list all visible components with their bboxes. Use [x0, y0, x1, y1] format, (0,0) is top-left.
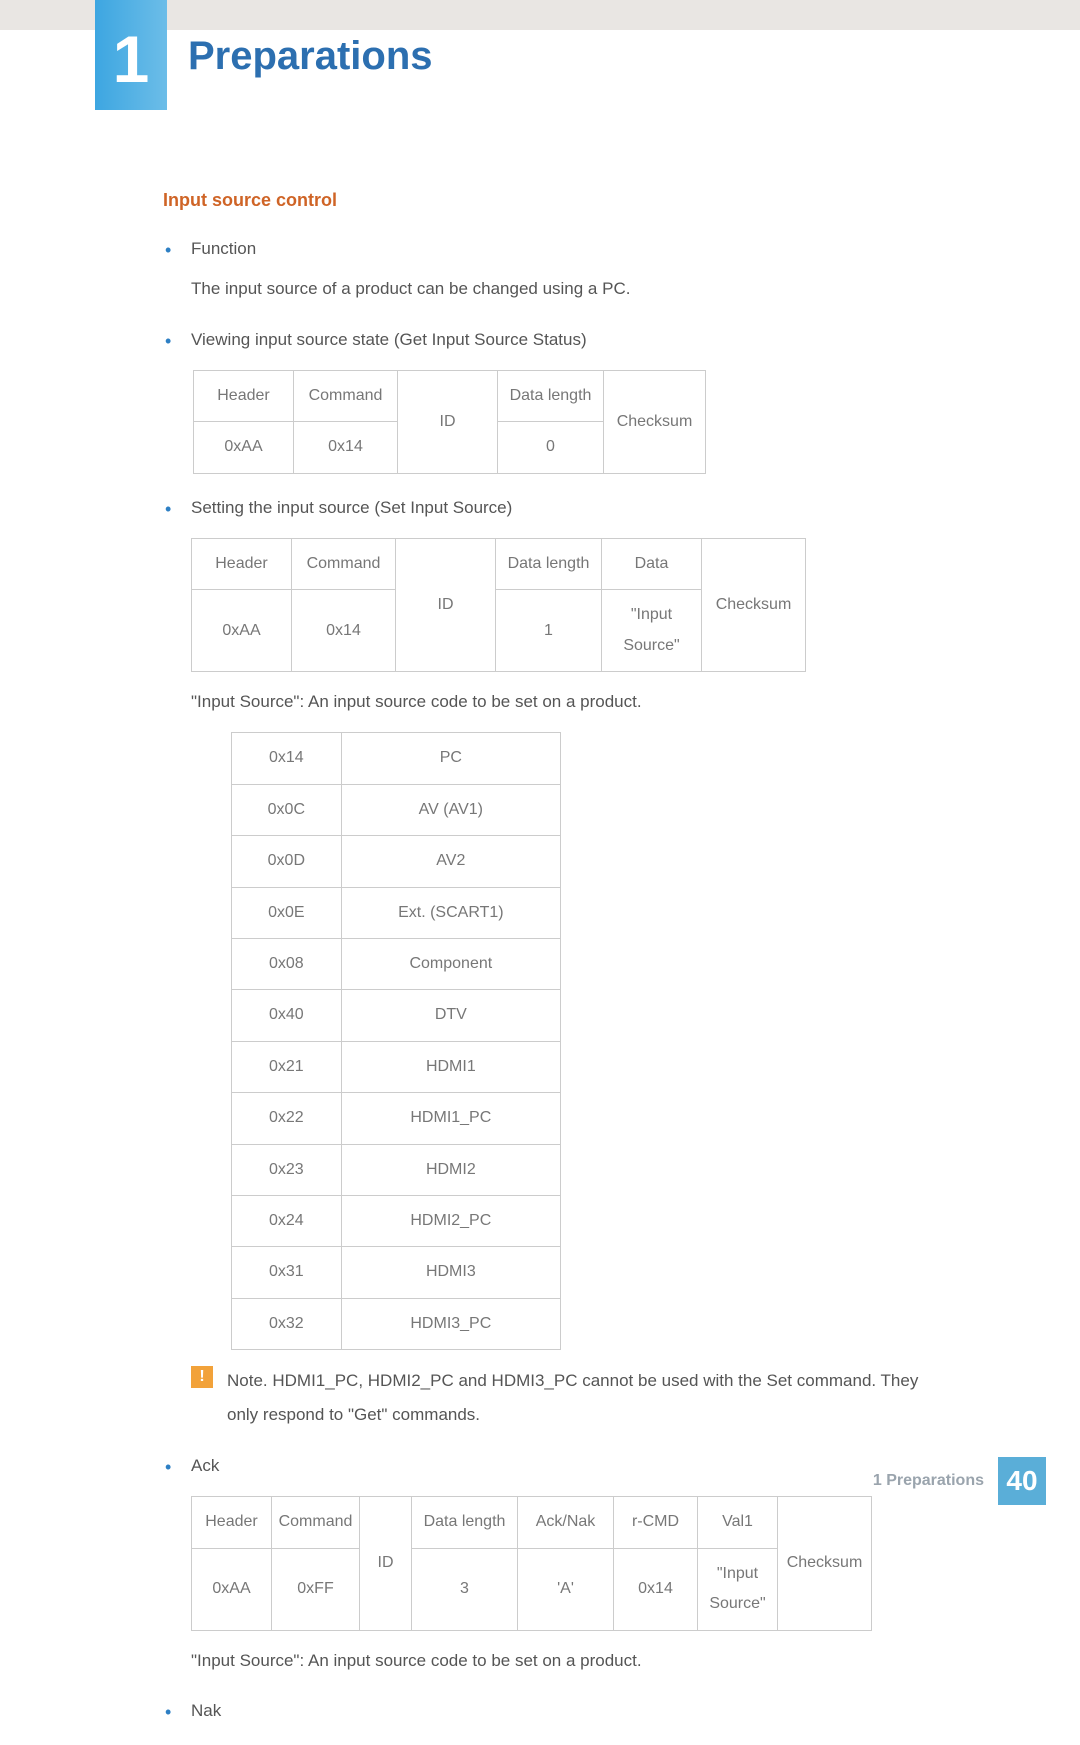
td: "Input Source" [698, 1548, 778, 1630]
th: Ack/Nak [518, 1497, 614, 1548]
td: AV2 [341, 836, 560, 887]
td: 0xAA [192, 1548, 272, 1630]
source-desc: "Input Source": An input source code to … [191, 686, 923, 718]
td: 0x0E [232, 887, 342, 938]
note: ! Note. HDMI1_PC, HDMI2_PC and HDMI3_PC … [191, 1364, 923, 1432]
th: Val1 [698, 1497, 778, 1548]
th-checksum: Checksum [702, 538, 806, 671]
td: 0x21 [232, 1041, 342, 1092]
td: 0x24 [232, 1195, 342, 1246]
th: Data length [412, 1497, 518, 1548]
th: Command [272, 1497, 360, 1548]
th: ID [360, 1497, 412, 1630]
th: Checksum [778, 1497, 872, 1630]
item-set-source: Setting the input source (Set Input Sour… [191, 492, 923, 1432]
item-nak: Nak [191, 1695, 923, 1727]
td: 0x14 [292, 590, 396, 672]
chapter-number: 1 [95, 26, 167, 92]
td: 0x14 [232, 733, 342, 784]
footer-text: 1 Preparations [873, 1472, 984, 1490]
item-label: Function [191, 239, 256, 258]
item-view-state: Viewing input source state (Get Input So… [191, 324, 923, 474]
th: Header [192, 1497, 272, 1548]
th-datalength: Data length [496, 538, 602, 589]
td: 0x23 [232, 1144, 342, 1195]
item-label: Ack [191, 1456, 219, 1475]
td: 0xAA [192, 590, 292, 672]
td: Ext. (SCART1) [341, 887, 560, 938]
td: 0x14 [614, 1548, 698, 1630]
td: 1 [496, 590, 602, 672]
chapter-badge: 1 [95, 0, 167, 110]
td: HDMI1 [341, 1041, 560, 1092]
th-datalength: Data length [498, 370, 604, 421]
td: DTV [341, 990, 560, 1041]
td: 0xFF [272, 1548, 360, 1630]
td: AV (AV1) [341, 784, 560, 835]
td: PC [341, 733, 560, 784]
td: HDMI2_PC [341, 1195, 560, 1246]
td: HDMI2 [341, 1144, 560, 1195]
td: HDMI3_PC [341, 1298, 560, 1349]
table-set-source: Header Command ID Data length Data Check… [191, 538, 806, 672]
th-header: Header [194, 370, 294, 421]
item-label: Nak [191, 1701, 221, 1720]
table-get-status: Header Command ID Data length Checksum 0… [193, 370, 706, 474]
th-data: Data [602, 538, 702, 589]
td: HDMI1_PC [341, 1093, 560, 1144]
footer-page: 40 [998, 1457, 1046, 1505]
td: 0x0C [232, 784, 342, 835]
th-checksum: Checksum [604, 370, 706, 473]
footer: 1 Preparations 40 [873, 1457, 1046, 1505]
td: "Input Source" [602, 590, 702, 672]
td: 0x32 [232, 1298, 342, 1349]
th-id: ID [398, 370, 498, 473]
td: 0 [498, 422, 604, 473]
alert-icon: ! [191, 1366, 213, 1388]
table-source-codes: 0x14PC0x0CAV (AV1)0x0DAV20x0EExt. (SCART… [231, 732, 561, 1350]
td: 'A' [518, 1548, 614, 1630]
td: 0x31 [232, 1247, 342, 1298]
th-header: Header [192, 538, 292, 589]
td: 0xAA [194, 422, 294, 473]
td: 0x14 [294, 422, 398, 473]
ack-desc: "Input Source": An input source code to … [191, 1645, 923, 1677]
item-function: Function The input source of a product c… [191, 233, 923, 306]
th-command: Command [292, 538, 396, 589]
th: r-CMD [614, 1497, 698, 1548]
td: 0x22 [232, 1093, 342, 1144]
th-command: Command [294, 370, 398, 421]
td: Component [341, 939, 560, 990]
content: Input source control Function The input … [163, 190, 923, 1745]
item-ack: Ack Header Command ID Data length Ack/Na… [191, 1450, 923, 1677]
chapter-title: Preparations [188, 34, 433, 79]
item-label: Viewing input source state (Get Input So… [191, 330, 587, 349]
section-title: Input source control [163, 190, 923, 211]
td: HDMI3 [341, 1247, 560, 1298]
note-text: Note. HDMI1_PC, HDMI2_PC and HDMI3_PC ca… [227, 1364, 923, 1432]
td: 0x0D [232, 836, 342, 887]
th-id: ID [396, 538, 496, 671]
item-label: Setting the input source (Set Input Sour… [191, 498, 512, 517]
table-ack: Header Command ID Data length Ack/Nak r-… [191, 1496, 872, 1630]
item-desc: The input source of a product can be cha… [191, 273, 923, 305]
td: 0x40 [232, 990, 342, 1041]
td: 0x08 [232, 939, 342, 990]
td: 3 [412, 1548, 518, 1630]
